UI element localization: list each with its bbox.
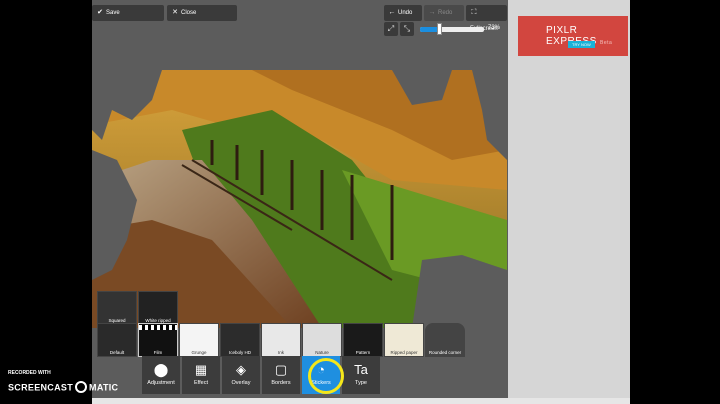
click-highlight [308,358,344,394]
close-icon: ✕ [172,9,178,16]
border-tile[interactable]: White ripped [138,291,178,325]
border-tile[interactable]: Iceboly HD [220,323,260,357]
redo-icon: → [428,9,436,16]
close-button[interactable]: ✕ Close [167,5,237,21]
tool-adjustment[interactable]: ⬤ Adjustment [142,356,180,394]
page-footer [92,398,630,404]
record-icon [75,381,88,393]
screen: ✔Save ✕Close ←Undo →Redo ⛶Fullscreen ⤢ ⤡… [0,0,720,404]
tool-borders[interactable]: ▢ Borders [262,356,300,394]
undo-button[interactable]: ← Undo [384,5,422,21]
frame-icon: ▢ [274,362,288,377]
check-icon: ✔ [97,9,103,16]
border-tile[interactable]: Squared [97,291,137,325]
fullscreen-icon: ⛶ [471,9,477,16]
toggle-icon: ⬤ [153,362,169,377]
film-perforations [139,325,177,330]
border-tile[interactable]: Grunge [179,323,219,357]
zoom-slider-handle[interactable] [437,23,443,35]
border-tile-film[interactable]: Film [138,323,178,357]
tool-effect[interactable]: ▦ Effect [182,356,220,394]
border-tile[interactable]: Ink [261,323,301,357]
borders-panel: Squared White ripped Default Film Grunge… [92,288,482,357]
expand-icon[interactable]: ⤢ [384,22,398,36]
fullscreen-button[interactable]: ⛶Fullscreen [466,5,507,32]
undo-icon: ← [388,9,396,16]
border-tile[interactable]: Ripped paper [384,323,424,357]
ad-cta-button[interactable]: TRY NOW [568,41,595,48]
advertisement-banner[interactable]: PIXLR EXPRESS Beta TRY NOW [518,16,628,56]
fit-icon[interactable]: ⤡ [400,22,414,36]
border-tile[interactable]: Default [97,323,137,357]
tool-bar: ⬤ Adjustment ▦ Effect ◈ Overlay ▢ Border… [142,356,382,394]
border-tile[interactable]: Rounded corner [425,323,465,357]
tool-type[interactable]: Ta Type [342,356,380,394]
zoom-level: 73% [488,25,501,31]
redo-button[interactable]: → Redo [424,5,464,21]
border-tile[interactable]: Pattern [343,323,383,357]
tool-overlay[interactable]: ◈ Overlay [222,356,260,394]
border-tile[interactable]: Nature [302,323,342,357]
type-icon: Ta [354,362,368,377]
watermark-line1: RECORDED WITH [8,370,51,376]
zoom-slider[interactable] [420,27,484,32]
side-panel [508,0,630,398]
film-icon: ▦ [194,362,208,377]
watermark-logo: SCREENCAST MATIC [8,381,119,393]
save-button[interactable]: ✔ Save [92,5,164,21]
layers-icon: ◈ [236,362,246,377]
